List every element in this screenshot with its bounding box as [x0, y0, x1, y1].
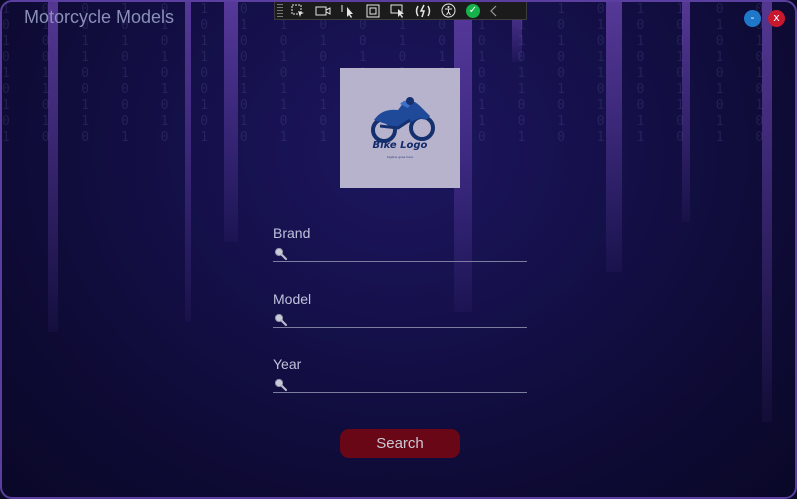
close-button[interactable]: x [768, 10, 785, 27]
year-label: Year [273, 356, 302, 372]
light-beam [606, 2, 622, 272]
search-icon [274, 246, 288, 265]
app-window: 1 0 0 1 0 1 0 0 1 1 0 1 0 0 1 0 1 1 0 0 … [0, 0, 797, 499]
light-beam [682, 2, 690, 222]
box-icon[interactable] [363, 3, 383, 18]
brand-input[interactable] [289, 245, 525, 260]
bike-logo: Bike Logo tagline goes here [340, 68, 460, 188]
cursor-icon[interactable] [338, 3, 358, 18]
logo-title: Bike Logo [372, 140, 428, 151]
minimize-button[interactable]: - [744, 10, 761, 27]
motorcycle-icon [371, 97, 435, 143]
video-icon[interactable] [313, 3, 333, 18]
track-focus-icon[interactable] [388, 3, 408, 18]
toolbar-grip[interactable] [277, 4, 283, 17]
light-beam [48, 2, 58, 332]
model-label: Model [273, 291, 312, 307]
hot-reload-icon[interactable] [413, 3, 433, 18]
search-icon [274, 312, 288, 331]
check-icon[interactable]: ✓ [463, 3, 483, 18]
accessibility-icon[interactable] [438, 3, 458, 18]
window-title: Motorcycle Models [24, 7, 175, 27]
year-field[interactable] [273, 376, 527, 393]
debug-toolbar: ✓ [274, 2, 527, 20]
model-input[interactable] [289, 311, 525, 326]
brand-field[interactable] [273, 245, 527, 262]
brand-label: Brand [273, 225, 311, 241]
light-beam [762, 2, 772, 422]
search-button[interactable]: Search [340, 429, 460, 458]
model-field[interactable] [273, 311, 527, 328]
select-element-icon[interactable] [288, 3, 308, 18]
search-icon [274, 377, 288, 396]
light-beam [185, 2, 191, 322]
light-beam [224, 2, 238, 242]
year-input[interactable] [289, 376, 525, 391]
chevron-left-icon[interactable] [488, 3, 500, 18]
logo-tagline: tagline goes here [386, 155, 414, 159]
